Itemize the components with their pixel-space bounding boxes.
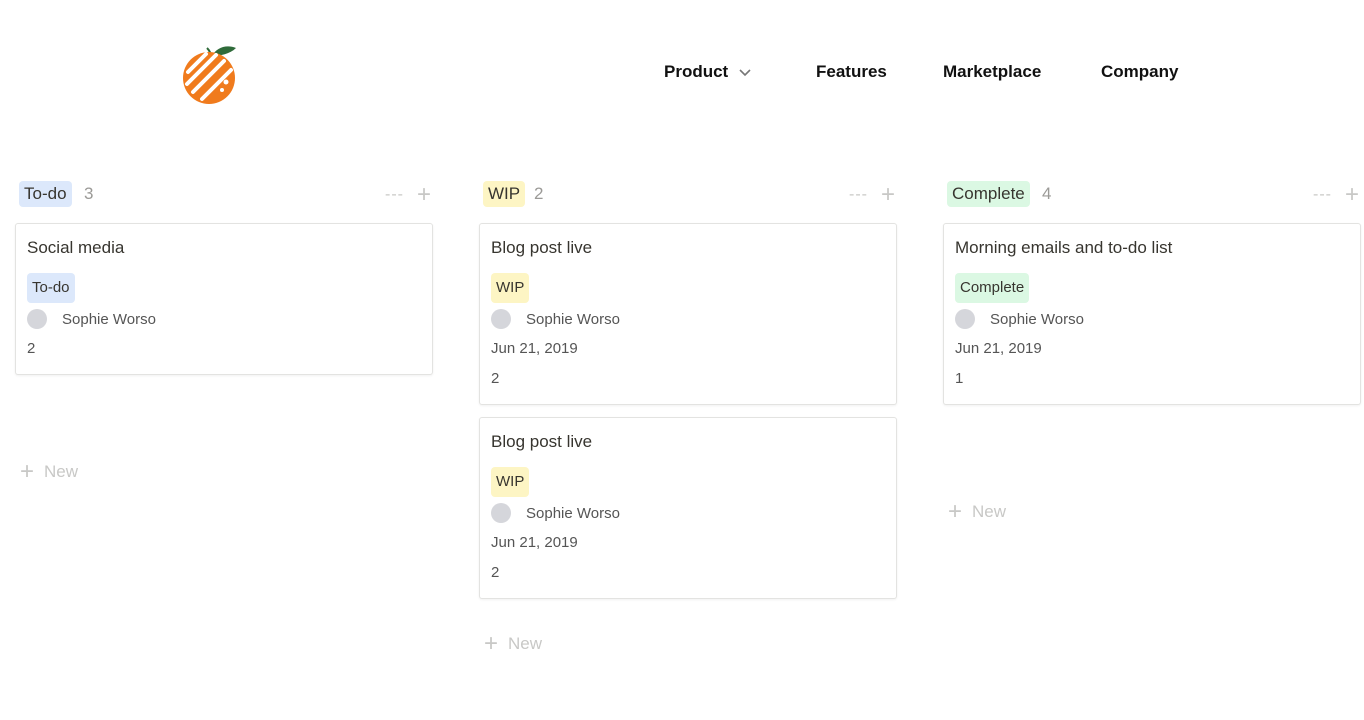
- chevron-down-icon: [739, 69, 751, 77]
- card-title: Social media: [27, 238, 125, 257]
- column-actions: --- +: [1313, 182, 1362, 208]
- board-card[interactable]: Morning emails and to-do list Complete S…: [943, 223, 1361, 405]
- card-title: Morning emails and to-do list: [955, 238, 1173, 257]
- assignee: Sophie Worso: [491, 304, 885, 334]
- column-count: 4: [1042, 184, 1052, 203]
- board-card[interactable]: Blog post live WIP Sophie Worso Jun 21, …: [479, 223, 897, 405]
- more-options-icon[interactable]: ---: [1313, 182, 1332, 208]
- nav-marketplace[interactable]: Marketplace: [943, 62, 1041, 82]
- add-card-icon[interactable]: +: [1342, 182, 1362, 208]
- more-options-icon[interactable]: ---: [849, 182, 868, 208]
- add-card-icon[interactable]: +: [414, 182, 434, 208]
- nav-company[interactable]: Company: [1101, 62, 1178, 82]
- main-nav: Product Features Marketplace Company: [0, 62, 1364, 86]
- assignee-name: Sophie Worso: [526, 504, 620, 522]
- nav-product[interactable]: Product: [664, 62, 752, 82]
- nav-product-label: Product: [664, 62, 729, 81]
- column-header: Complete 4 --- +: [942, 178, 1362, 212]
- assignee-name: Sophie Worso: [526, 310, 620, 328]
- column-header: To-do 3 --- +: [14, 178, 434, 212]
- new-card-button-wip[interactable]: + New: [484, 632, 542, 656]
- nav-marketplace-label: Marketplace: [943, 62, 1042, 81]
- board-card[interactable]: Blog post live WIP Sophie Worso Jun 21, …: [479, 417, 897, 599]
- new-label: New: [44, 462, 79, 481]
- avatar: [955, 309, 975, 329]
- board-column-complete: Complete 4 --- + Morning emails and to-d…: [942, 178, 1362, 405]
- new-label: New: [972, 502, 1007, 521]
- card-date: Jun 21, 2019: [491, 340, 578, 357]
- status-tag: To-do: [27, 273, 75, 303]
- new-card-button-todo[interactable]: + New: [20, 460, 78, 484]
- plus-icon: +: [484, 630, 499, 657]
- column-count: 3: [84, 184, 94, 203]
- column-actions: --- +: [385, 182, 434, 208]
- card-number: 1: [955, 370, 964, 387]
- board-column-wip: WIP 2 --- + Blog post live WIP Sophie Wo…: [478, 178, 898, 599]
- avatar: [27, 309, 47, 329]
- column-actions: --- +: [849, 182, 898, 208]
- status-tag: WIP: [491, 467, 530, 497]
- top-header: Product Features Marketplace Company: [0, 0, 1364, 140]
- column-header: WIP 2 --- +: [478, 178, 898, 212]
- column-status-tag[interactable]: To-do: [19, 181, 72, 207]
- card-number: 2: [491, 564, 500, 581]
- new-label: New: [508, 634, 543, 653]
- status-tag: WIP: [491, 273, 530, 303]
- board-card[interactable]: Social media To-do Sophie Worso 2: [15, 223, 433, 375]
- add-card-icon[interactable]: +: [878, 182, 898, 208]
- column-status-tag[interactable]: Complete: [947, 181, 1030, 207]
- assignee: Sophie Worso: [491, 498, 885, 528]
- card-date: Jun 21, 2019: [491, 534, 578, 551]
- status-tag: Complete: [955, 273, 1030, 303]
- avatar: [491, 309, 511, 329]
- nav-features[interactable]: Features: [816, 62, 887, 82]
- nav-company-label: Company: [1101, 62, 1179, 81]
- assignee-name: Sophie Worso: [990, 310, 1084, 328]
- card-title: Blog post live: [491, 238, 593, 257]
- plus-icon: +: [948, 498, 963, 525]
- assignee-name: Sophie Worso: [62, 310, 156, 328]
- plus-icon: +: [20, 458, 35, 485]
- nav-features-label: Features: [816, 62, 887, 81]
- column-status-tag[interactable]: WIP: [483, 181, 526, 207]
- more-options-icon[interactable]: ---: [385, 182, 404, 208]
- board-column-todo: To-do 3 --- + Social media To-do Sophie …: [14, 178, 434, 375]
- avatar: [491, 503, 511, 523]
- card-number: 2: [491, 370, 500, 387]
- assignee: Sophie Worso: [955, 304, 1349, 334]
- card-number: 2: [27, 340, 36, 357]
- card-title: Blog post live: [491, 432, 593, 451]
- new-card-button-complete[interactable]: + New: [948, 500, 1006, 524]
- card-date: Jun 21, 2019: [955, 340, 1042, 357]
- column-count: 2: [534, 184, 544, 203]
- assignee: Sophie Worso: [27, 304, 421, 334]
